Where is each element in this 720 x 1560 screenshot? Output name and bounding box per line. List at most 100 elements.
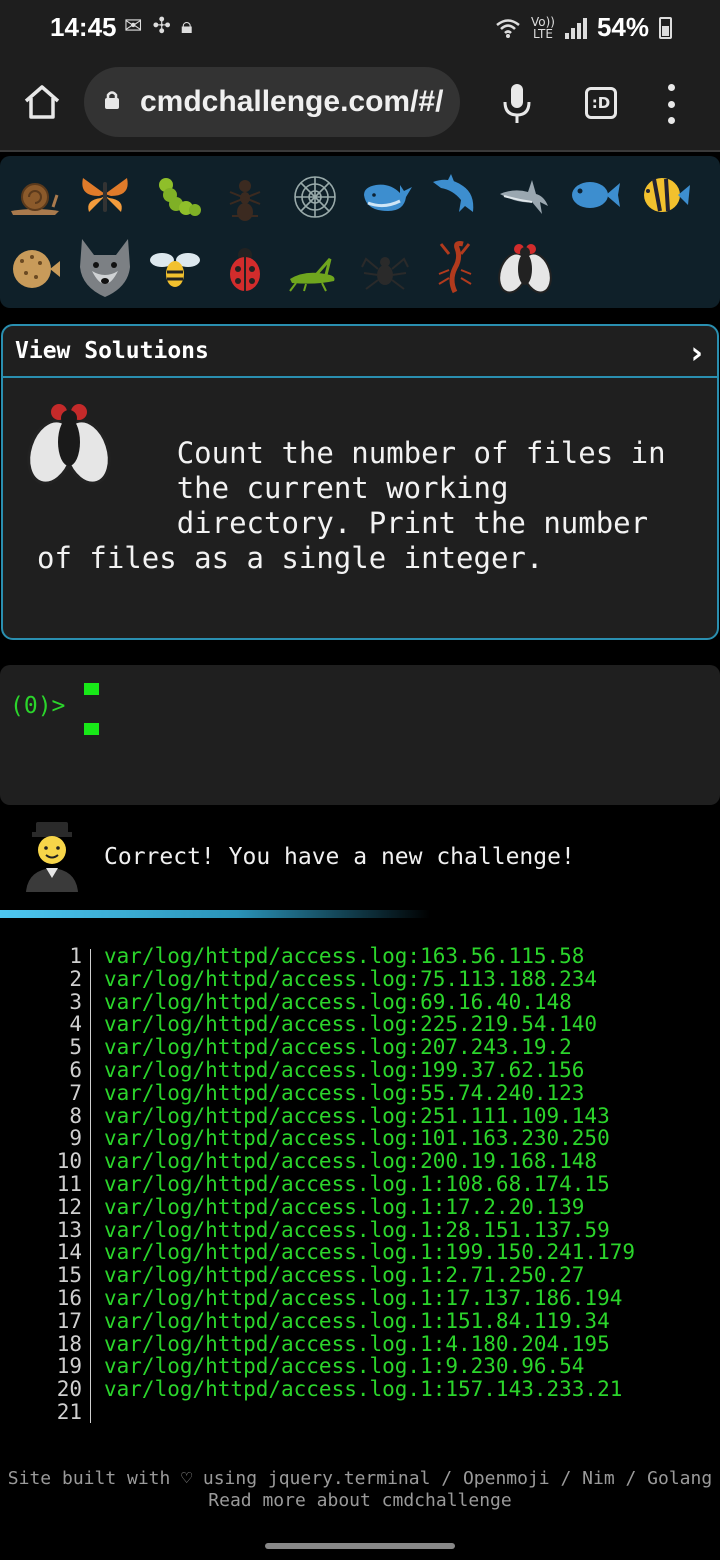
line-number: 19 — [56, 1354, 82, 1379]
battery-icon — [659, 16, 672, 39]
terminal-cursor — [84, 683, 99, 695]
line-number: 13 — [56, 1217, 82, 1242]
caterpillar-icon[interactable] — [150, 170, 204, 224]
output-line: var/log/httpd/access.log.1:199.150.241.1… — [104, 1240, 636, 1265]
tab-switcher-button[interactable]: :D — [585, 87, 617, 119]
output-line: var/log/httpd/access.log.1:4.180.204.195 — [104, 1331, 610, 1356]
wifi-icon — [496, 18, 520, 38]
footer: Site built with ♡ using jquery.terminal … — [0, 1468, 720, 1512]
line-number: 5 — [69, 1035, 82, 1060]
output-line: var/log/httpd/access.log:69.16.40.148 — [104, 989, 572, 1014]
spider-icon[interactable] — [358, 244, 412, 298]
output-line: var/log/httpd/access.log:163.56.115.58 — [104, 944, 585, 968]
notification-icons: ✉ ✣ 🔒︎ — [124, 14, 193, 39]
line-number-divider — [90, 949, 91, 1423]
signal-icon — [564, 17, 587, 39]
line-number: 10 — [56, 1149, 82, 1174]
bee-icon[interactable] — [148, 242, 202, 296]
read-more-link[interactable]: Read more about cmdchallenge — [208, 1490, 511, 1511]
line-number: 11 — [56, 1171, 82, 1196]
blowfish-icon[interactable] — [8, 242, 62, 296]
line-number: 6 — [69, 1057, 82, 1082]
output-line: var/log/httpd/access.log:200.19.168.148 — [104, 1149, 598, 1174]
lock-icon: 🔒︎ — [180, 14, 193, 39]
line-number: 17 — [56, 1308, 82, 1333]
tropical-fish-icon[interactable] — [638, 168, 692, 222]
whale-icon[interactable] — [360, 168, 414, 222]
challenge-card: View Solutions › Count the number of fil… — [1, 324, 719, 640]
status-bar: 14:45 ✉ ✣ 🔒︎ Vo)) LTE 54% — [0, 0, 720, 56]
line-number: 16 — [56, 1285, 82, 1310]
progress-bar — [0, 910, 430, 918]
line-number: 1 — [69, 944, 82, 968]
dolphin-icon[interactable] — [428, 168, 482, 222]
view-solutions-label: View Solutions — [15, 338, 209, 364]
output-line: var/log/httpd/access.log.1:9.230.96.54 — [104, 1354, 585, 1379]
footer-credits: Site built with ♡ using jquery.terminal … — [7, 1468, 713, 1489]
line-number: 9 — [69, 1126, 82, 1151]
challenge-description: Count the number of files in the current… — [37, 436, 666, 575]
ladybug-icon[interactable] — [218, 242, 272, 296]
output-line: var/log/httpd/access.log:225.219.54.140 — [104, 1012, 598, 1037]
microphone-icon[interactable] — [500, 82, 534, 126]
line-number: 4 — [69, 1012, 82, 1037]
butterfly-icon[interactable] — [78, 168, 132, 222]
spider-web-icon[interactable] — [288, 170, 342, 224]
terminal[interactable]: (0)> — [0, 665, 720, 805]
output-line: var/log/httpd/access.log:199.37.62.156 — [104, 1057, 585, 1082]
lock-icon — [105, 91, 119, 109]
line-number: 21 — [56, 1399, 82, 1424]
challenge-emoji-grid — [0, 156, 720, 308]
output-line: var/log/httpd/access.log.1:2.71.250.27 — [104, 1263, 585, 1288]
slack-icon: ✣ — [152, 14, 171, 39]
output-line: var/log/httpd/access.log.1:157.143.233.2… — [104, 1377, 623, 1402]
system-icons: Vo)) LTE 54% — [495, 12, 672, 43]
command-output: 1 2 3 4 5 6 7 8 9 10 11 12 13 14 15 16 17 18 19 20 21 var/lo… — [0, 945, 720, 1425]
cricket-icon[interactable] — [286, 246, 340, 300]
terminal-prompt: (0)> — [10, 693, 66, 719]
line-number: 20 — [56, 1377, 82, 1402]
line-number: 2 — [69, 966, 82, 991]
output-line: var/log/httpd/access.log.1:108.68.174.15 — [104, 1171, 610, 1196]
output-line: var/log/httpd/access.log.1:17.137.186.19… — [104, 1285, 623, 1310]
network-type-label: Vo)) LTE — [530, 14, 555, 41]
line-number: 3 — [69, 989, 82, 1014]
fly-icon[interactable] — [496, 238, 554, 298]
result-banner: Correct! You have a new challenge! — [0, 820, 720, 910]
line-number: 14 — [56, 1240, 82, 1265]
output-line: var/log/httpd/access.log:101.163.230.250 — [104, 1126, 610, 1151]
fish-icon[interactable] — [568, 168, 622, 222]
battery-level: 54% — [596, 12, 649, 42]
view-solutions-header[interactable]: View Solutions › — [3, 326, 717, 378]
output-line: var/log/httpd/access.log:55.74.240.123 — [104, 1080, 585, 1105]
output-line: var/log/httpd/access.log.1:151.84.119.34 — [104, 1308, 610, 1333]
output-line: var/log/httpd/access.log:251.111.109.143 — [104, 1103, 610, 1128]
output-line: var/log/httpd/access.log.1:28.151.137.59 — [104, 1217, 610, 1242]
browser-toolbar: cmdchallenge.com/#/ :D — [0, 56, 720, 152]
output-line: var/log/httpd/access.log:75.113.188.234 — [104, 966, 598, 991]
gmail-icon: ✉ — [124, 14, 143, 39]
shark-icon[interactable] — [498, 168, 552, 222]
output-line: var/log/httpd/access.log.1:17.2.20.139 — [104, 1194, 585, 1219]
line-number: 12 — [56, 1194, 82, 1219]
ant-icon[interactable] — [218, 172, 272, 226]
line-numbers: 1 2 3 4 5 6 7 8 9 10 11 12 13 14 15 16 17 18 19 20 21 — [40, 945, 82, 1424]
line-number: 7 — [69, 1080, 82, 1105]
result-message: Correct! You have a new challenge! — [104, 844, 575, 870]
url-text: cmdchallenge.com/#/ — [140, 85, 444, 118]
wolf-icon[interactable] — [76, 236, 134, 300]
chevron-right-icon[interactable]: › — [691, 336, 703, 371]
address-bar[interactable]: cmdchallenge.com/#/ — [84, 67, 460, 137]
output-line: var/log/httpd/access.log:207.243.19.2 — [104, 1035, 572, 1060]
scorpion-icon[interactable] — [428, 240, 482, 294]
line-number: 8 — [69, 1103, 82, 1128]
snail-icon[interactable] — [8, 170, 62, 224]
output-lines: var/log/httpd/access.log:163.56.115.58 va… — [104, 945, 635, 1424]
home-icon[interactable] — [22, 82, 62, 122]
line-number: 15 — [56, 1263, 82, 1288]
line-number: 18 — [56, 1331, 82, 1356]
clock: 14:45 — [50, 12, 117, 42]
overflow-menu-icon[interactable] — [664, 84, 678, 124]
home-indicator[interactable] — [265, 1543, 455, 1549]
